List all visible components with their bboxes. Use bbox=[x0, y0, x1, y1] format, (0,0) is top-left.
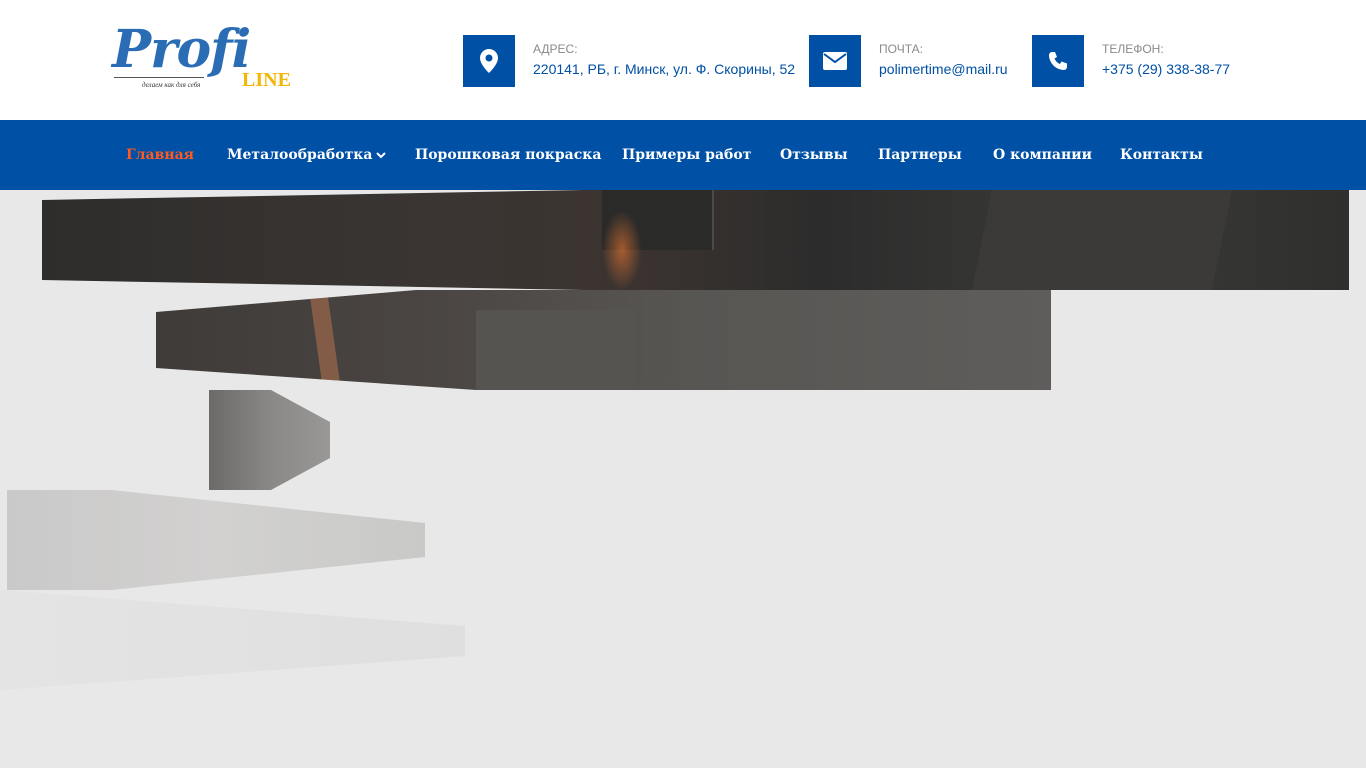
phone-icon bbox=[1032, 35, 1084, 87]
slider-fragment bbox=[42, 190, 1349, 290]
contact-mail: Почта: polimertime@mail.ru bbox=[809, 35, 1019, 87]
slider-fragment bbox=[156, 290, 1051, 390]
slider-image-detail bbox=[308, 290, 342, 390]
envelope-icon bbox=[809, 35, 861, 87]
nav-item-powder-coating[interactable]: Порошковая покраска bbox=[415, 120, 601, 190]
nav-item-about[interactable]: О компании bbox=[993, 120, 1092, 190]
logo-tagline: делаем как для себя bbox=[142, 81, 201, 89]
nav-item-partners[interactable]: Партнеры bbox=[878, 120, 962, 190]
nav-item-portfolio[interactable]: Примеры работ bbox=[622, 120, 751, 190]
logo-suffix: LINE bbox=[242, 69, 291, 91]
site-header: Profi делаем как для себя LINE Адрес: 22… bbox=[0, 0, 1366, 120]
mail-label: Почта: bbox=[879, 42, 923, 56]
map-marker-icon bbox=[463, 35, 515, 87]
slider-fragment bbox=[0, 590, 465, 690]
nav-item-metalworking[interactable]: Металообработка bbox=[227, 120, 387, 190]
site-logo[interactable]: Profi делаем как для себя LINE bbox=[112, 19, 302, 97]
address-label: Адрес: bbox=[533, 42, 578, 56]
contact-address: Адрес: 220141, РБ, г. Минск, ул. Ф. Скор… bbox=[463, 35, 796, 87]
logo-name: Profi bbox=[112, 19, 251, 80]
nav-item-label: Металообработка bbox=[227, 147, 373, 163]
nav-item-home[interactable]: Главная bbox=[126, 120, 194, 190]
slider-image-detail bbox=[972, 190, 1232, 290]
chevron-down-icon bbox=[376, 120, 387, 190]
nav-item-contacts[interactable]: Контакты bbox=[1120, 120, 1203, 190]
slider-image-detail bbox=[476, 310, 636, 390]
logo-rule bbox=[114, 77, 204, 78]
slider-image-detail bbox=[602, 210, 642, 290]
slider-fragment bbox=[209, 390, 330, 490]
slider-fragment bbox=[7, 490, 425, 590]
main-navigation: Главная Металообработка Порошковая покра… bbox=[0, 120, 1366, 190]
mail-value[interactable]: polimertime@mail.ru bbox=[879, 61, 1008, 77]
phone-value[interactable]: +375 (29) 338-38-77 bbox=[1102, 61, 1230, 77]
contact-phone: Телефон: +375 (29) 338-38-77 bbox=[1032, 35, 1242, 87]
address-value: 220141, РБ, г. Минск, ул. Ф. Скорины, 52 bbox=[533, 61, 796, 77]
nav-item-reviews[interactable]: Отзывы bbox=[780, 120, 848, 190]
phone-label: Телефон: bbox=[1102, 42, 1164, 56]
hero-slider[interactable] bbox=[0, 190, 1366, 768]
